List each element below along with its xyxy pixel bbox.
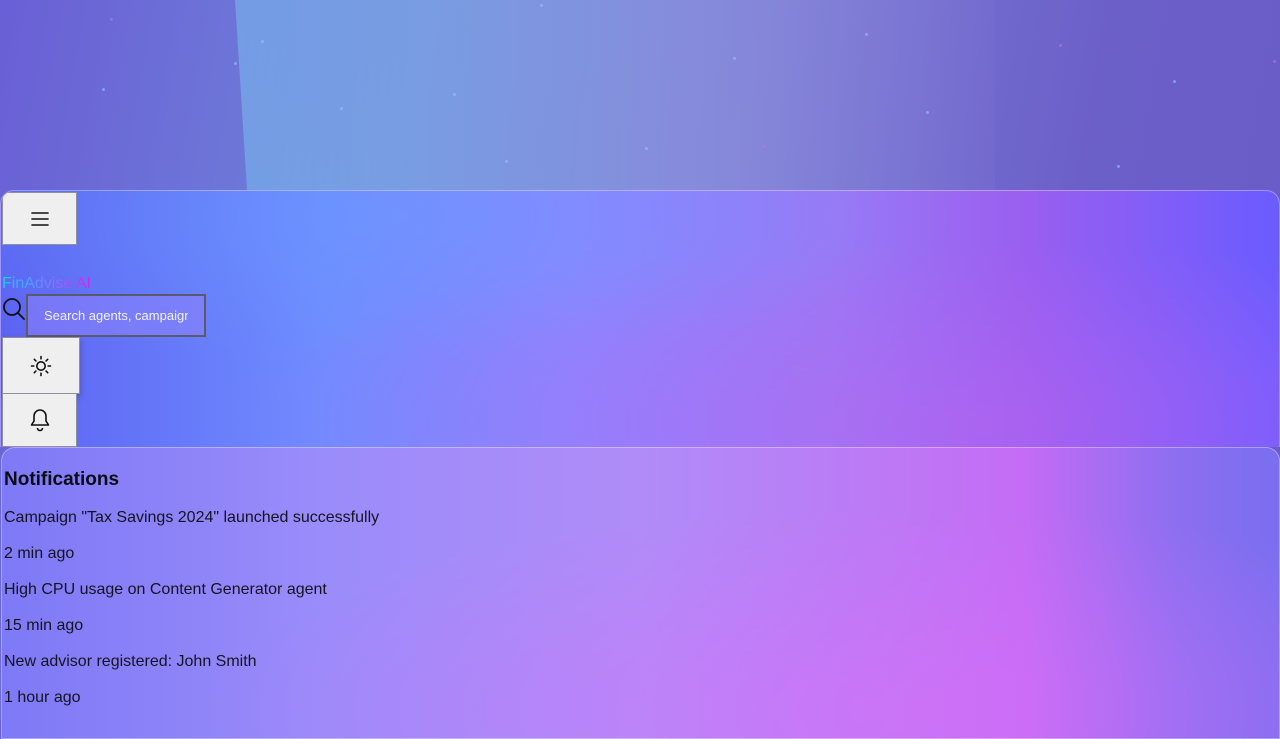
notification-time: 15 min ago [4, 617, 84, 634]
search-icon [3, 298, 25, 320]
notification-item[interactable]: New advisor registered: John Smith 1 hou… [4, 652, 379, 724]
notification-item[interactable]: Campaign "Tax Savings 2024" launched suc… [4, 508, 379, 580]
notification-time: 1 hour ago [4, 689, 81, 706]
notification-message: Campaign "Tax Savings 2024" launched suc… [4, 509, 380, 526]
app-logo[interactable]: FinAdvise AI [2, 275, 91, 293]
menu-icon [30, 211, 49, 226]
notification-item[interactable]: High CPU usage on Content Generator agen… [4, 580, 379, 652]
notifications-list: Campaign "Tax Savings 2024" launched suc… [4, 508, 379, 724]
bell-icon [30, 409, 49, 432]
search-bar [2, 294, 206, 338]
notifications-button[interactable] [2, 393, 77, 447]
sun-icon [30, 355, 52, 376]
notification-message: High CPU usage on Content Generator agen… [4, 581, 327, 598]
menu-button[interactable] [2, 192, 77, 245]
search-input[interactable] [26, 294, 206, 337]
notification-time: 2 min ago [4, 545, 75, 562]
notifications-panel: Notifications Campaign "Tax Savings 2024… [1, 447, 1280, 739]
notifications-title: Notifications [4, 469, 120, 490]
notification-message: New advisor registered: John Smith [4, 653, 257, 670]
theme-toggle-button[interactable] [2, 337, 80, 394]
app-header: FinAdvise AI [0, 190, 1280, 447]
